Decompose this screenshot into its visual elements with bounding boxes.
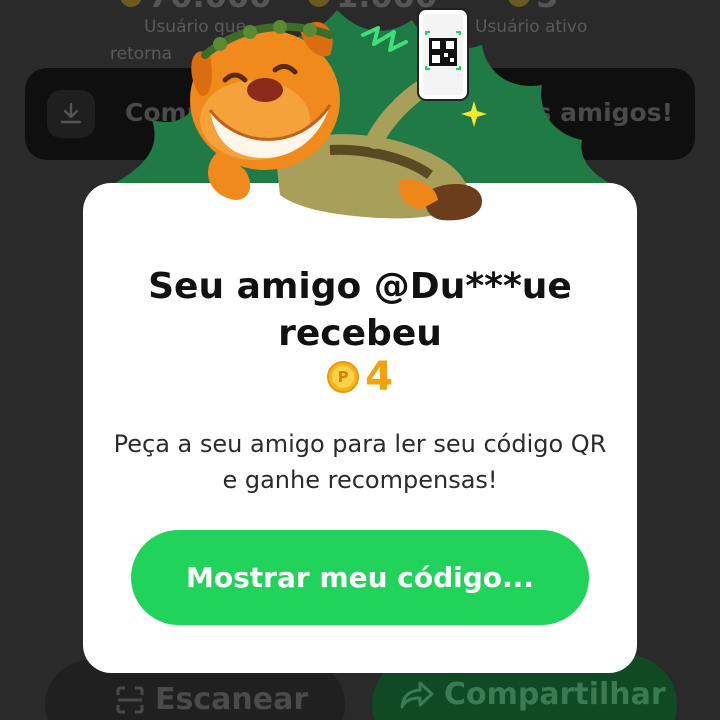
coin-letter: P <box>332 366 355 388</box>
squiggle-decoration <box>361 26 408 52</box>
modal-description: Peça a seu amigo para ler seu código QR … <box>113 430 607 494</box>
reward-amount-row: P 4 <box>83 355 637 399</box>
share-button-label: Compartilhar <box>444 677 666 712</box>
phone-qr-icon <box>417 8 469 101</box>
show-my-code-button[interactable]: Mostrar meu código... <box>131 530 589 625</box>
modal-title: Seu amigo @Du***ue recebeu <box>148 266 572 354</box>
scan-button-label: Escanear <box>155 682 309 717</box>
scan-icon <box>116 686 144 713</box>
share-icon <box>400 681 434 708</box>
coin-icon: P <box>327 361 360 393</box>
reward-amount: 4 <box>365 354 393 400</box>
screen: ✓ 70.000 Usuário que retorna ✓ 1.000 ✓ 5… <box>0 0 720 720</box>
reward-modal: Seu amigo @Du***ue recebeu P 4 Peça a se… <box>83 183 637 673</box>
sparkle-icon <box>461 101 487 127</box>
